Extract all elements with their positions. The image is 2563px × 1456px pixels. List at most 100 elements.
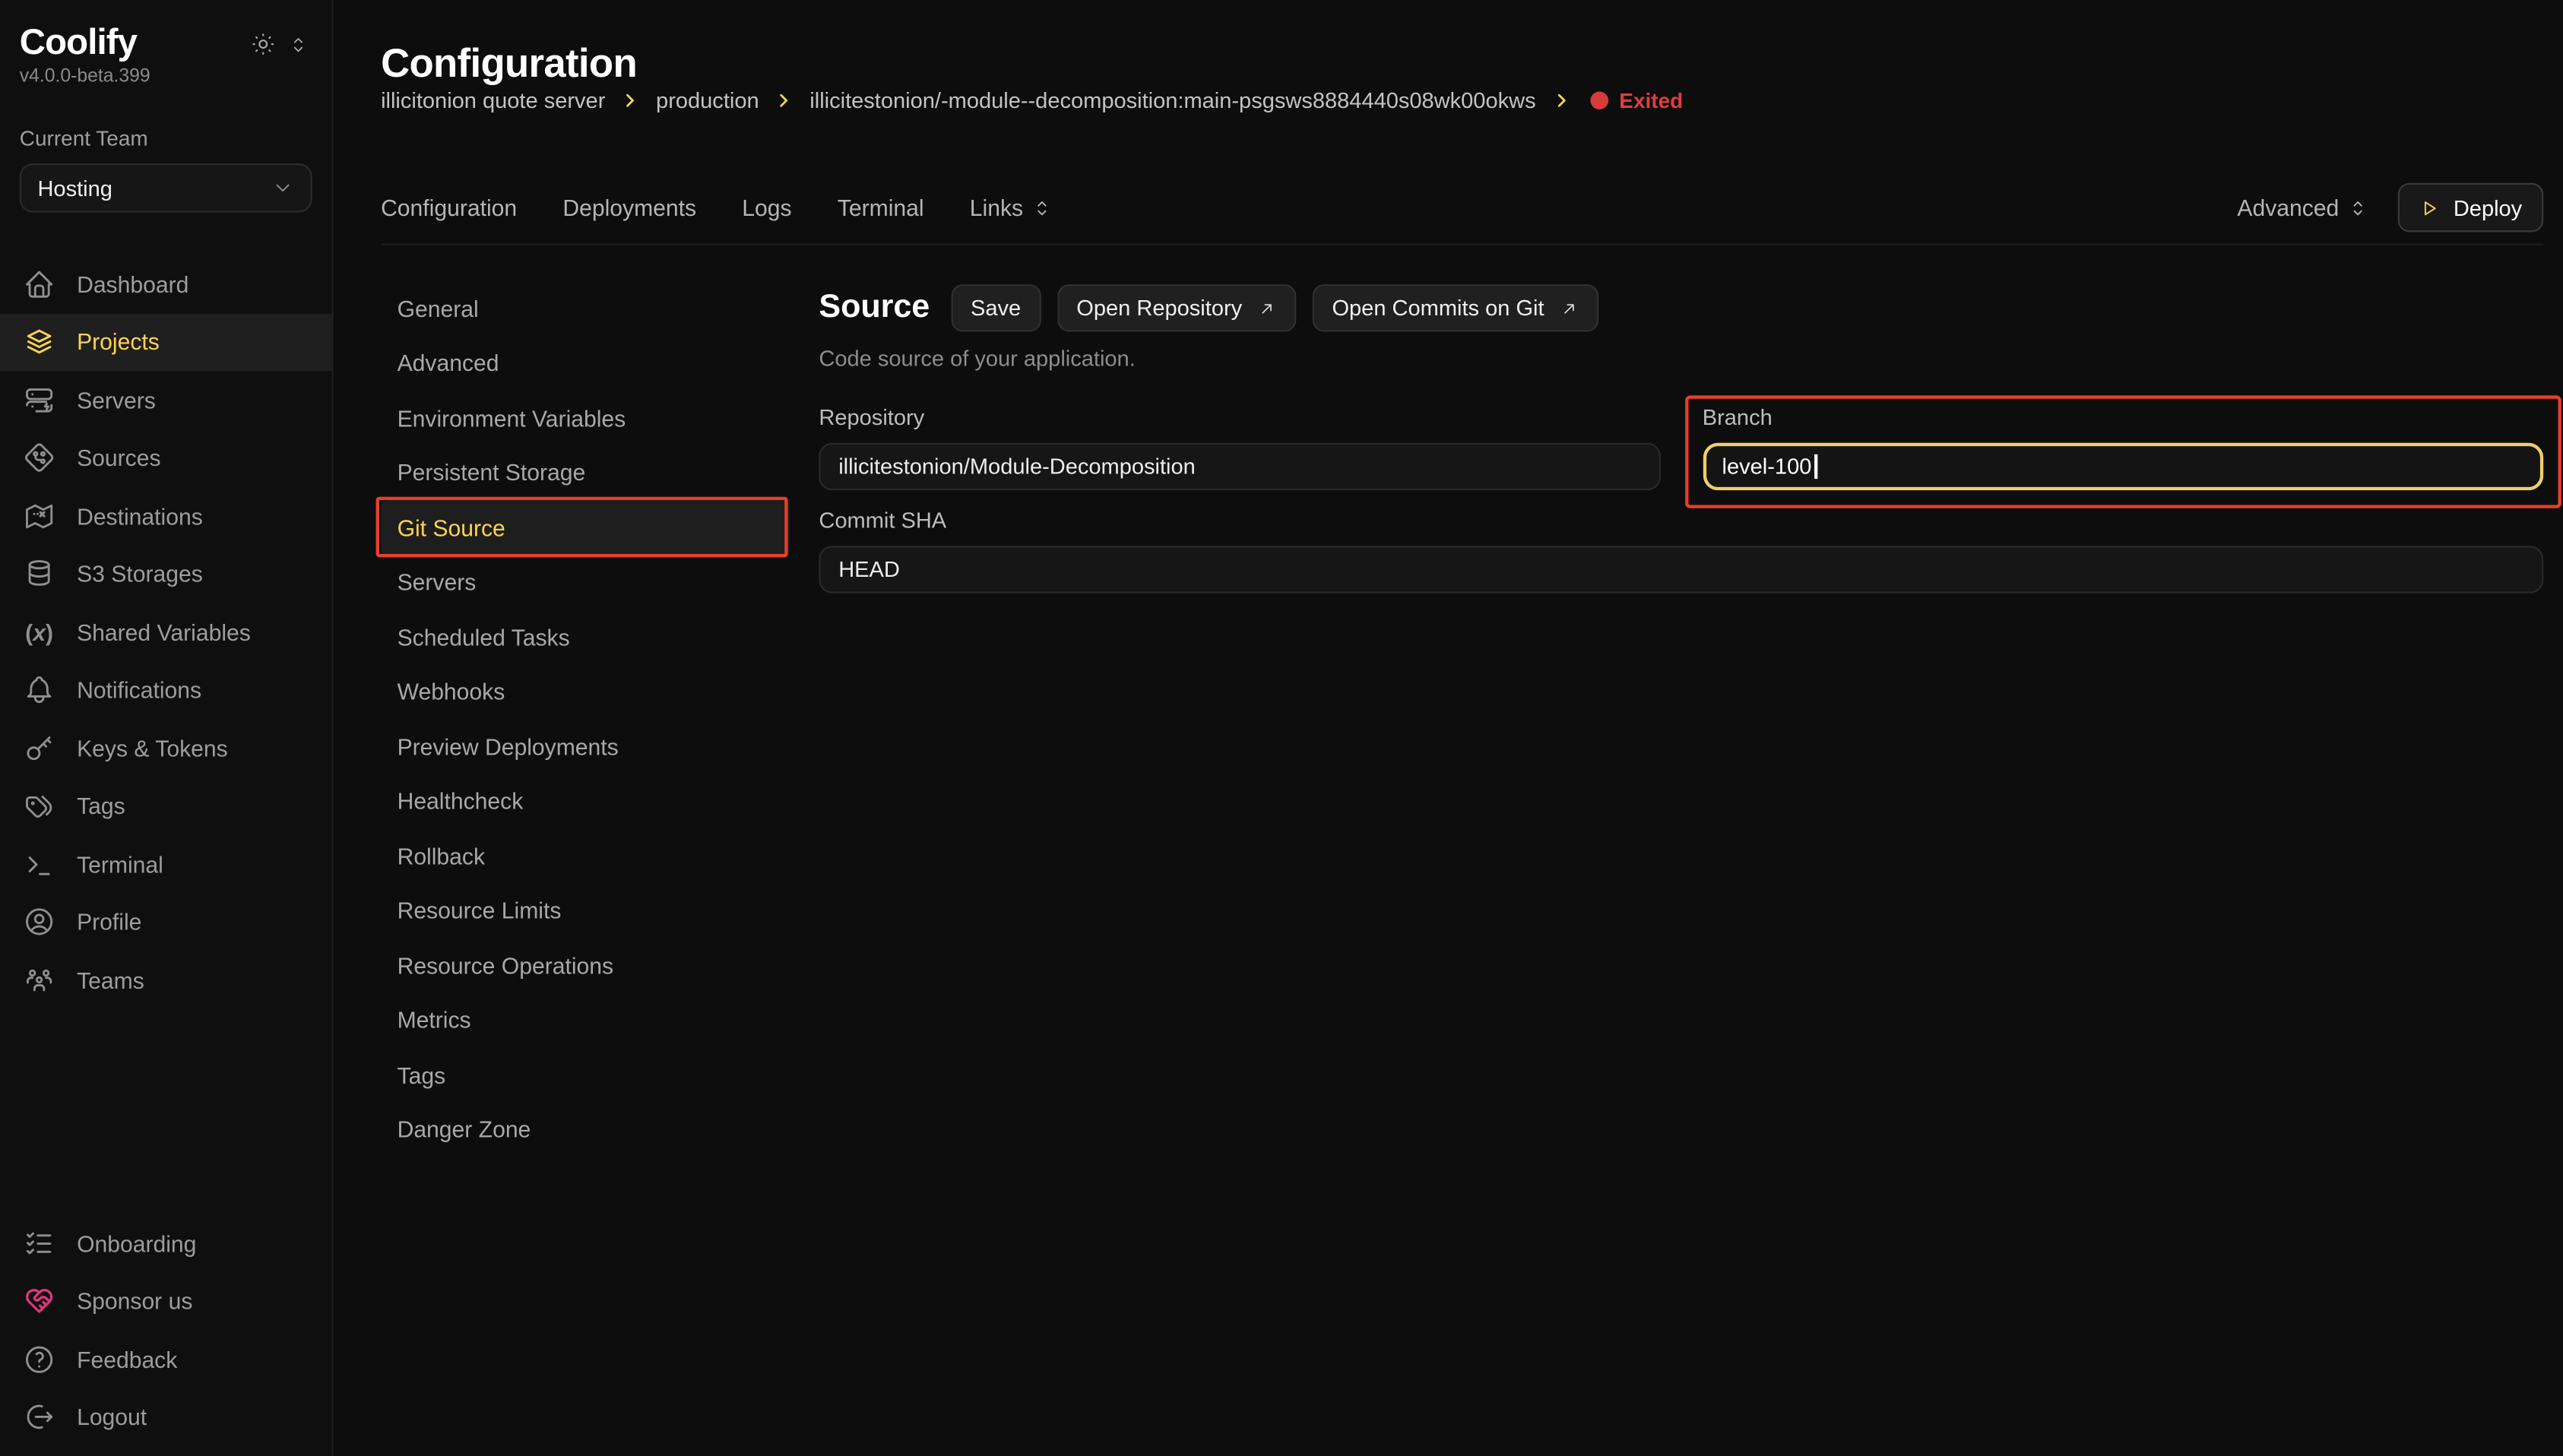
- sidebar-item-feedback[interactable]: Feedback: [0, 1331, 332, 1388]
- home-icon: [23, 268, 55, 301]
- save-button[interactable]: Save: [951, 284, 1041, 331]
- breadcrumb-application[interactable]: illicitestonion/-module--decomposition:m…: [809, 88, 1535, 112]
- theme-selector-icon[interactable]: [287, 33, 309, 55]
- sidebar-item-dashboard[interactable]: Dashboard: [0, 255, 332, 313]
- sidebar-item-label: Profile: [77, 910, 141, 935]
- tab-links[interactable]: Links: [970, 195, 1053, 220]
- repository-field: Repository illicitestonion/Module-Decomp…: [819, 405, 1659, 490]
- database-icon: [23, 558, 55, 590]
- checklist-icon: [23, 1227, 55, 1259]
- sidebar-item-label: S3 Storages: [77, 562, 203, 587]
- sidebar-item-sponsor-us[interactable]: Sponsor us: [0, 1272, 332, 1330]
- tab-configuration[interactable]: Configuration: [381, 195, 517, 220]
- subnav-item-webhooks[interactable]: Webhooks: [381, 664, 790, 719]
- sidebar-item-onboarding[interactable]: Onboarding: [0, 1214, 332, 1272]
- sidebar-item-label: Destinations: [77, 503, 203, 529]
- terminal-icon: [23, 848, 55, 881]
- chevron-right-icon: [774, 90, 795, 111]
- repository-input[interactable]: illicitestonion/Module-Decomposition: [819, 443, 1659, 490]
- subnav-item-preview-deployments[interactable]: Preview Deployments: [381, 719, 790, 774]
- subnav-item-git-source[interactable]: Git Source: [381, 500, 790, 555]
- subnav-item-resource-operations[interactable]: Resource Operations: [381, 938, 790, 992]
- tags-icon: [23, 790, 55, 823]
- subnav-item-general[interactable]: General: [381, 281, 790, 336]
- sidebar-item-terminal[interactable]: Terminal: [0, 835, 332, 893]
- chevron-right-icon: [620, 90, 642, 111]
- subnav-item-rollback[interactable]: Rollback: [381, 828, 790, 883]
- sun-icon[interactable]: [250, 31, 276, 57]
- text-caret: [1815, 454, 1817, 479]
- deploy-button[interactable]: Deploy: [2398, 183, 2543, 233]
- subnav-item-metrics[interactable]: Metrics: [381, 992, 790, 1047]
- sidebar: Coolify v4.0.0-beta.399 Current Team Hos…: [0, 0, 334, 1456]
- users-group-icon: [23, 964, 55, 997]
- sidebar-item-label: Tags: [77, 793, 125, 819]
- sidebar-item-label: Sources: [77, 445, 160, 471]
- sidebar-item-shared-variables[interactable]: (x) Shared Variables: [0, 603, 332, 661]
- team-select-value: Hosting: [37, 176, 112, 201]
- sidebar-item-keys-tokens[interactable]: Keys & Tokens: [0, 720, 332, 777]
- commit-sha-label: Commit SHA: [819, 508, 2543, 533]
- source-section: Source Save Open Repository Open Commits…: [819, 284, 2543, 593]
- breadcrumb-project[interactable]: illicitonion quote server: [381, 88, 605, 112]
- sidebar-item-sources[interactable]: Sources: [0, 429, 332, 487]
- sidebar-item-teams[interactable]: Teams: [0, 951, 332, 1009]
- sidebar-item-projects[interactable]: Projects: [0, 313, 332, 371]
- key-icon: [23, 732, 55, 764]
- menubar: Configuration Deployments Logs Terminal …: [381, 172, 2543, 245]
- sidebar-footer-menu: Onboarding Sponsor us Feedback Logout: [0, 1214, 332, 1446]
- main-content: Configuration illicitonion quote server …: [335, 0, 2563, 1456]
- user-circle-icon: [23, 906, 55, 938]
- sidebar-item-label: Dashboard: [77, 271, 189, 297]
- sidebar-item-servers[interactable]: Servers: [0, 372, 332, 429]
- subnav-item-environment-variables[interactable]: Environment Variables: [381, 391, 790, 445]
- git-diamond-icon: [23, 442, 55, 475]
- app-logo: Coolify: [20, 23, 137, 62]
- subnav-item-tags[interactable]: Tags: [381, 1047, 790, 1102]
- advanced-dropdown[interactable]: Advanced: [2237, 195, 2368, 220]
- annotation-box-branch: Branch level-100: [1684, 395, 2561, 508]
- sidebar-item-logout[interactable]: Logout: [0, 1388, 332, 1446]
- play-icon: [2419, 197, 2441, 218]
- branch-input[interactable]: level-100: [1703, 443, 2543, 490]
- external-link-icon: [1559, 298, 1579, 318]
- sidebar-item-label: Feedback: [77, 1346, 177, 1372]
- sidebar-item-profile[interactable]: Profile: [0, 894, 332, 951]
- sidebar-item-tags[interactable]: Tags: [0, 777, 332, 835]
- sidebar-item-destinations[interactable]: Destinations: [0, 487, 332, 545]
- open-commits-button[interactable]: Open Commits on Git: [1313, 284, 1598, 331]
- bell-icon: [23, 674, 55, 707]
- subnav-item-advanced[interactable]: Advanced: [381, 336, 790, 391]
- team-select[interactable]: Hosting: [20, 163, 312, 213]
- tab-terminal[interactable]: Terminal: [838, 195, 924, 220]
- open-repository-button[interactable]: Open Repository: [1057, 284, 1296, 331]
- sidebar-item-label: Onboarding: [77, 1230, 196, 1256]
- subnav-item-healthcheck[interactable]: Healthcheck: [381, 774, 790, 828]
- subnav-item-resource-limits[interactable]: Resource Limits: [381, 883, 790, 938]
- sidebar-item-label: Shared Variables: [77, 619, 251, 645]
- breadcrumb-environment[interactable]: production: [656, 88, 759, 112]
- repository-label: Repository: [819, 405, 1659, 429]
- branch-label: Branch: [1703, 405, 2543, 429]
- status-badge: Exited: [1590, 88, 1684, 112]
- sidebar-item-label: Logout: [77, 1404, 147, 1430]
- external-link-icon: [1257, 298, 1277, 318]
- tab-deployments[interactable]: Deployments: [562, 195, 696, 220]
- status-label: Exited: [1619, 88, 1683, 112]
- sidebar-item-notifications[interactable]: Notifications: [0, 661, 332, 719]
- subnav-item-servers[interactable]: Servers: [381, 555, 790, 609]
- tab-logs[interactable]: Logs: [742, 195, 791, 220]
- sidebar-item-label: Teams: [77, 967, 144, 993]
- map-x-icon: [23, 500, 55, 533]
- server-icon: [23, 384, 55, 416]
- settings-subnav: General Advanced Environment Variables P…: [381, 281, 790, 1157]
- source-heading: Source: [819, 290, 930, 327]
- sidebar-item-s3-storages[interactable]: S3 Storages: [0, 546, 332, 603]
- subnav-item-scheduled-tasks[interactable]: Scheduled Tasks: [381, 609, 790, 664]
- selector-icon: [2347, 197, 2368, 218]
- subnav-item-persistent-storage[interactable]: Persistent Storage: [381, 445, 790, 500]
- selector-icon: [1031, 197, 1053, 218]
- subnav-item-danger-zone[interactable]: Danger Zone: [381, 1103, 790, 1157]
- page-title: Configuration: [381, 43, 637, 89]
- commit-sha-input[interactable]: HEAD: [819, 546, 2543, 593]
